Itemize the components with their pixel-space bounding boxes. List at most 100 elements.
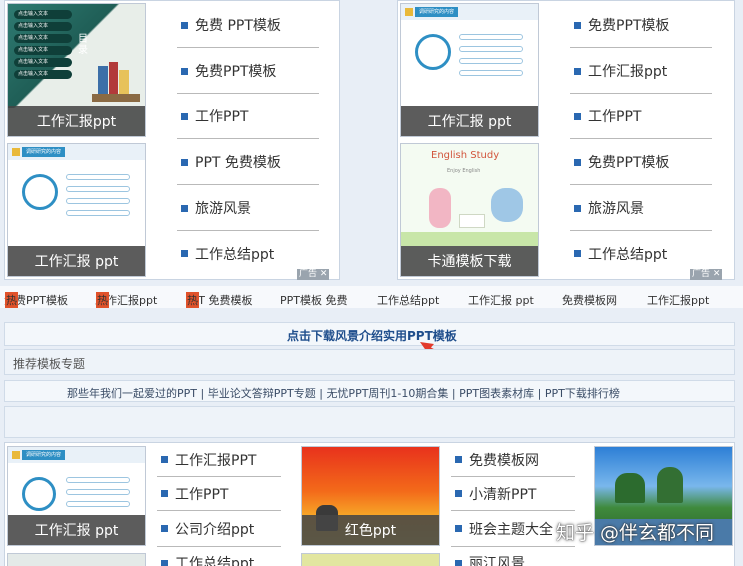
link-item[interactable]: 丽江风景 (451, 549, 575, 566)
close-icon[interactable]: ✕ (320, 269, 328, 279)
separator: | (451, 387, 456, 400)
thumb-left-1[interactable]: 点击输入文本 点击输入文本 点击输入文本 点击输入文本 点击输入文本 点击输入文… (7, 3, 146, 137)
link-text[interactable]: 免费PPT模板 (588, 15, 669, 35)
link-text[interactable]: 免费PPT模板 (195, 61, 276, 81)
separator: | (319, 387, 323, 400)
link-item[interactable]: PPT 免费模板 (177, 140, 319, 185)
link-text[interactable]: 小清新PPT (469, 484, 536, 504)
thumb-bottom-1[interactable]: 调研研究的内容 工作汇报 ppt (7, 446, 146, 546)
watermark: 知乎 @伴玄都不同 (556, 522, 715, 544)
square-bullet-icon (181, 158, 188, 166)
slide-menu-item: 点击输入文本 (14, 10, 72, 19)
thumb-caption: 红色ppt (302, 515, 439, 545)
square-bullet-icon (181, 204, 188, 212)
karst-hill-image (657, 467, 683, 503)
link-text[interactable]: 工作总结ppt (195, 244, 274, 264)
link-item[interactable]: 公司介绍ppt (157, 511, 281, 547)
close-icon[interactable]: ✕ (713, 269, 721, 279)
link-item[interactable]: 旅游风景 (177, 186, 319, 231)
slide-line (66, 489, 130, 495)
drop-icon (22, 174, 58, 210)
link-item[interactable]: 免费PPT模板 (177, 49, 319, 94)
topic-links: 那些年我们一起爱过的PPT | 毕业论文答辩PPT专题 | 无忧PPT周刊1-1… (67, 385, 620, 401)
books-image (92, 54, 140, 102)
link-text[interactable]: 免费模板网 (469, 450, 539, 470)
thumb-caption: 工作汇报 ppt (8, 246, 145, 276)
link-text[interactable]: 工作总结ppt (588, 244, 667, 264)
elephant-image (491, 188, 523, 222)
thumb-right-2[interactable]: English Study Enjoy English 卡通模板下载 (400, 143, 539, 277)
thumb-left-2[interactable]: 调研研究的内容 工作汇报 ppt (7, 143, 146, 277)
thumb-right-1[interactable]: 调研研究的内容 工作汇报 ppt (400, 3, 539, 137)
ad-badge[interactable]: 广告 ✕ (690, 269, 723, 280)
link-item[interactable]: 免费模板网 (451, 443, 575, 477)
square-bullet-icon (455, 490, 462, 497)
strip-link-label[interactable]: 工作汇报ppt (647, 292, 709, 308)
topic-bar: 那些年我们一起爱过的PPT | 毕业论文答辩PPT专题 | 无忧PPT周刊1-1… (4, 380, 735, 402)
slide-title: 调研研究的内容 (22, 450, 66, 460)
link-item[interactable]: 小清新PPT (451, 477, 575, 511)
topic-link[interactable]: PPT下载排行榜 (545, 387, 620, 400)
strip-link-label[interactable]: PPT模板 免费 (280, 292, 347, 308)
slide-line (459, 58, 523, 64)
separator: | (200, 387, 205, 400)
thumb-bottom-1b[interactable] (7, 553, 146, 566)
link-item[interactable]: 免费PPT模板 (570, 3, 712, 48)
panel-right: 调研研究的内容 工作汇报 ppt English Study Enjoy Eng… (397, 0, 735, 280)
link-text[interactable]: 免费PPT模板 (588, 152, 669, 172)
link-text[interactable]: 旅游风景 (195, 198, 251, 218)
thumb-bottom-2b[interactable] (301, 553, 440, 566)
slide-menu-item: 点击输入文本 (14, 22, 72, 31)
slide-menu-item: 点击输入文本 (14, 58, 72, 67)
grass-image (401, 232, 538, 246)
strip-link-label[interactable]: 工作总结ppt (377, 292, 439, 308)
thumb-caption: 卡通模板下载 (401, 246, 538, 276)
karst-hill-image (615, 473, 645, 503)
slide-title: 目录 (78, 34, 88, 56)
topic-link[interactable]: 毕业论文答辩PPT专题 (208, 387, 316, 400)
link-text[interactable]: 工作汇报ppt (588, 61, 667, 81)
link-text[interactable]: 公司介绍ppt (175, 519, 254, 539)
link-text[interactable]: 丽江风景 (469, 553, 525, 566)
link-item[interactable]: 工作PPT (157, 477, 281, 511)
link-text[interactable]: 工作PPT (195, 106, 248, 126)
hot-badge: 热 (96, 292, 109, 308)
link-text[interactable]: 免费 PPT模板 (195, 15, 281, 35)
link-item[interactable]: 免费PPT模板 (570, 140, 712, 185)
slide-title: English Study (431, 150, 500, 161)
link-item[interactable]: 工作总结ppt (157, 549, 281, 566)
link-item[interactable]: 免费 PPT模板 (177, 3, 319, 48)
link-text[interactable]: 旅游风景 (588, 198, 644, 218)
link-text[interactable]: 班会主题大全 (469, 519, 553, 539)
slide-line (459, 46, 523, 52)
thumb-bottom-2[interactable]: 红色ppt (301, 446, 440, 546)
strip-link-label[interactable]: 工作汇报 ppt (468, 292, 534, 308)
square-bullet-icon (181, 67, 188, 75)
slide-menu: 点击输入文本 点击输入文本 点击输入文本 点击输入文本 点击输入文本 点击输入文… (14, 10, 72, 82)
link-item[interactable]: 工作汇报ppt (570, 49, 712, 94)
link-item[interactable]: 工作PPT (570, 94, 712, 139)
section-bar: 推荐模板专题 (4, 349, 735, 375)
topic-link[interactable]: PPT图表素材库 (459, 387, 534, 400)
book-image (459, 214, 485, 228)
topic-link[interactable]: 那些年我们一起爱过的PPT (67, 387, 197, 400)
link-text[interactable]: 工作PPT (175, 484, 228, 504)
link-text[interactable]: PPT 免费模板 (195, 152, 281, 172)
link-item[interactable]: 工作PPT (177, 94, 319, 139)
link-item[interactable]: 工作汇报PPT (157, 443, 281, 477)
slide-marker (12, 148, 20, 156)
ad-badge[interactable]: 广告 ✕ (297, 269, 330, 280)
link-text[interactable]: 工作PPT (588, 106, 641, 126)
slide-line (459, 34, 523, 40)
link-item[interactable]: 旅游风景 (570, 186, 712, 231)
square-bullet-icon (574, 67, 581, 75)
hot-badge: 热 (5, 292, 18, 308)
strip-link-label[interactable]: 免费模板网 (562, 292, 617, 308)
slide-title: 调研研究的内容 (415, 7, 459, 17)
topic-link[interactable]: 无忧PPT周刊1-10期合集 (326, 387, 448, 400)
drop-icon (22, 477, 56, 511)
panel-bottom: 调研研究的内容 工作汇报 ppt 工作汇报PPT 工作PPT 公司介绍ppt 工… (4, 442, 735, 566)
link-text[interactable]: 工作汇报PPT (175, 450, 256, 470)
link-text[interactable]: 工作总结ppt (175, 553, 254, 566)
thumb-caption: 工作汇报ppt (8, 106, 145, 136)
